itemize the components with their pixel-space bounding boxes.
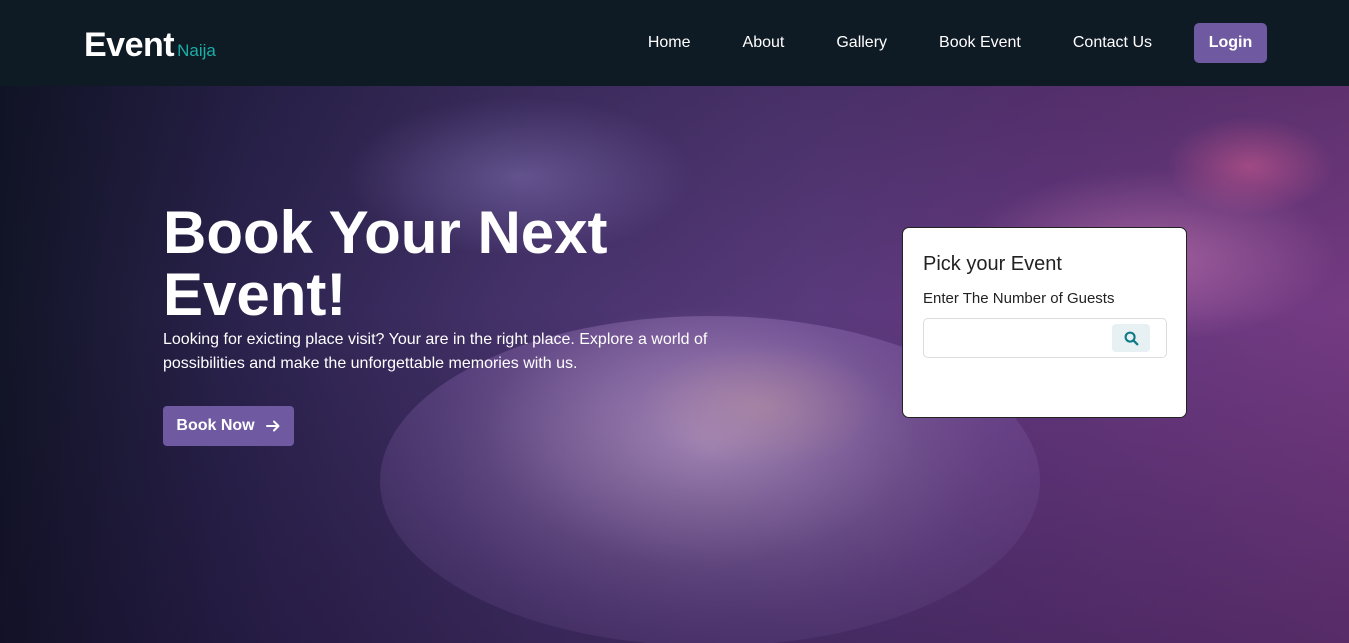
book-now-label: Book Now <box>176 417 255 434</box>
guests-search-box <box>923 318 1167 358</box>
guests-label: Enter The Number of Guests <box>923 290 1115 307</box>
pick-event-card: Pick your Event Enter The Number of Gues… <box>902 227 1187 418</box>
login-button[interactable]: Login <box>1194 23 1267 63</box>
hero-section: Book Your Next Event! Looking for exicti… <box>0 86 1349 643</box>
navbar: Event Naija Home About Gallery Book Even… <box>0 0 1349 86</box>
nav-link-contact-us[interactable]: Contact Us <box>1073 34 1152 52</box>
nav-link-home[interactable]: Home <box>648 34 691 52</box>
brand-logo[interactable]: Event Naija <box>84 26 216 65</box>
nav-link-book-event[interactable]: Book Event <box>939 34 1021 52</box>
nav-links: Home About Gallery Book Event Contact Us… <box>648 0 1267 86</box>
nav-link-about[interactable]: About <box>743 34 785 52</box>
search-button[interactable] <box>1112 324 1150 352</box>
hero-description: Looking for exicting place visit? Your a… <box>163 331 708 372</box>
arrow-right-icon <box>265 420 280 432</box>
brand-subname: Naija <box>177 41 216 60</box>
hero-title: Book Your Next Event! <box>163 199 608 328</box>
book-now-button[interactable]: Book Now <box>163 406 294 446</box>
guests-input[interactable] <box>926 321 1106 355</box>
nav-link-gallery[interactable]: Gallery <box>836 34 887 52</box>
brand-name: Event <box>84 26 175 64</box>
search-icon <box>1124 331 1138 345</box>
card-title: Pick your Event <box>923 253 1062 275</box>
